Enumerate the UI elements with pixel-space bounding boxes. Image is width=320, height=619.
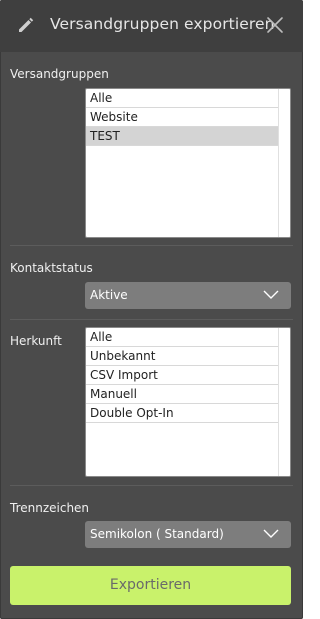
list-item[interactable]: Website [86,108,290,127]
listbox-scrollbar[interactable] [278,328,290,476]
kontaktstatus-value: Aktive [90,288,128,302]
chevron-down-icon [263,529,279,538]
kontaktstatus-section: Kontaktstatus Aktive [10,246,293,320]
dialog-title: Versandgruppen exportieren [50,15,275,33]
list-item[interactable]: Manuell [86,385,290,404]
versandgruppen-section: Versandgruppen Alle Website TEST [10,52,293,246]
listbox-scrollbar[interactable] [278,89,290,237]
versandgruppen-listbox[interactable]: Alle Website TEST [85,88,291,238]
list-item-selected[interactable]: TEST [86,127,290,146]
close-icon[interactable] [266,16,284,34]
trennzeichen-label: Trennzeichen [10,501,90,515]
export-dialog: Versandgruppen exportieren Versandgruppe… [0,0,303,619]
list-item[interactable]: CSV Import [86,366,290,385]
chevron-down-icon [263,290,279,299]
trennzeichen-section: Trennzeichen Semikolon ( Standard) [10,486,293,558]
list-item[interactable]: Alle [86,89,290,108]
export-button[interactable]: Exportieren [10,566,291,605]
trennzeichen-value: Semikolon ( Standard) [90,527,224,541]
herkunft-section: Herkunft Alle Unbekannt CSV Import Manue… [10,320,293,486]
list-item[interactable]: Alle [86,328,290,347]
dialog-titlebar: Versandgruppen exportieren [0,0,303,52]
herkunft-label: Herkunft [10,334,62,348]
list-item[interactable]: Unbekannt [86,347,290,366]
herkunft-listbox[interactable]: Alle Unbekannt CSV Import Manuell Double… [85,327,291,477]
pencil-icon [19,17,34,32]
trennzeichen-select[interactable]: Semikolon ( Standard) [85,521,291,548]
versandgruppen-label: Versandgruppen [10,67,109,81]
kontaktstatus-label: Kontaktstatus [10,261,93,275]
kontaktstatus-select[interactable]: Aktive [85,282,291,309]
list-item[interactable]: Double Opt-In [86,404,290,423]
